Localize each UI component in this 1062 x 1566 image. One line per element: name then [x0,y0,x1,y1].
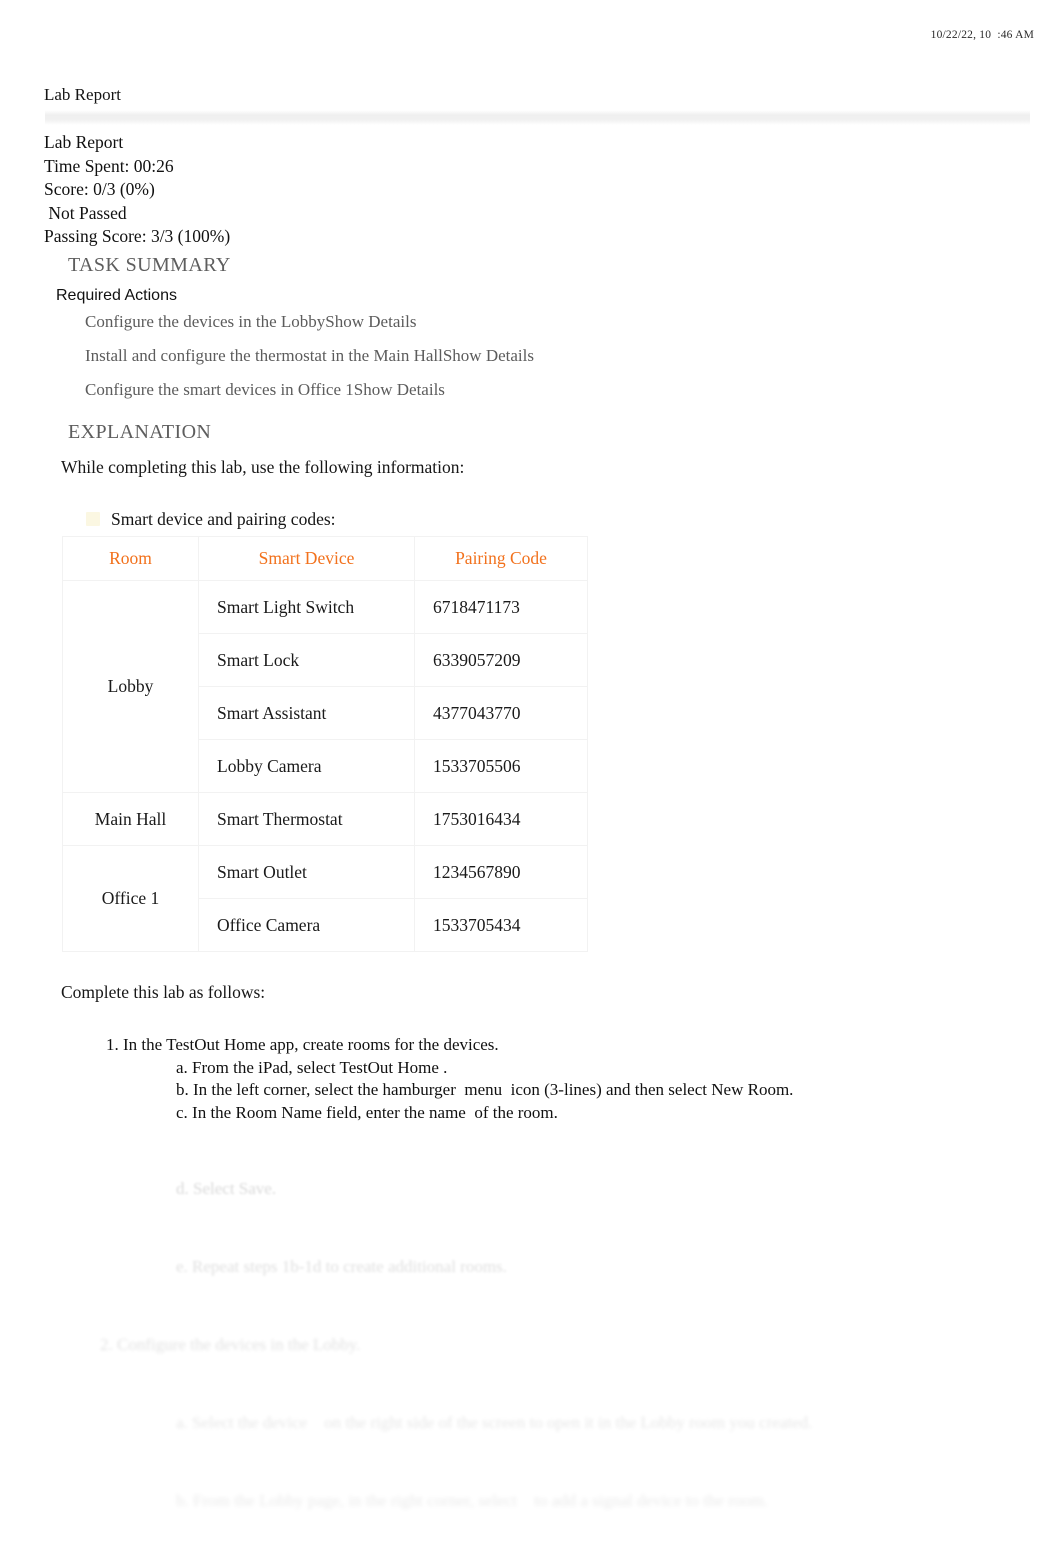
required-actions-list: Configure the devices in the LobbyShow D… [85,310,534,412]
device-table-body: Lobby Smart Light Switch 6718471173 Smart L… [62,580,588,952]
column-header-room: Room [62,536,199,581]
cell-device: Lobby Camera [198,739,415,793]
step-item-faded: e. Repeat steps 1b-1d to create addition… [176,1257,507,1276]
cell-device: Smart Thermostat [198,792,415,846]
cell-pairing-code: 6339057209 [414,633,588,687]
explanation-intro: While completing this lab, use the follo… [61,457,465,477]
cell-pairing-code: 1753016434 [414,792,588,846]
required-action-item[interactable]: Install and configure the thermostat in … [85,344,534,378]
summary-time-spent: Time Spent: 00:26 [44,155,174,176]
cell-room: Lobby [62,580,199,793]
cell-device: Office Camera [198,898,415,952]
table-row: Office 1 Smart Outlet 1234567890 [62,845,588,952]
cell-room: Office 1 [62,845,199,952]
summary-result: Not Passed [44,202,127,223]
required-action-item[interactable]: Configure the devices in the LobbyShow D… [85,310,534,344]
explanation-heading: EXPLANATION [68,421,212,443]
bullet-square-icon [86,512,100,526]
table-row: Main Hall Smart Thermostat 1753016434 [62,792,588,846]
required-actions-label: Required Actions [56,287,177,304]
device-pairing-table: Room Smart Device Pairing Code Lobby Smar… [62,536,588,952]
cell-device: Smart Outlet [198,845,415,899]
step-item-faded: a. Select the device on the right side o… [176,1413,813,1432]
step-item-faded: b. From the Lobby page, in the right cor… [176,1491,769,1510]
cell-pairing-code: 1533705434 [414,898,588,952]
cell-device: Smart Light Switch [198,580,415,634]
summary-passing-score: Passing Score: 3/3 (100%) [44,226,231,247]
lab-summary: Lab Report Time Spent: 00:26 Score: 0/3 … [44,131,230,249]
cell-device: Smart Lock [198,633,415,687]
page-title: Lab Report [44,85,121,104]
summary-score: Score: 0/3 (0%) [44,179,155,200]
summary-heading: Lab Report [44,132,124,152]
table-row: Lobby Smart Light Switch 6718471173 [62,580,588,793]
column-header-code: Pairing Code [414,536,588,581]
step-item: b. In the left corner, select the hambur… [176,1080,794,1099]
required-action-item[interactable]: Configure the smart devices in Office 1S… [85,378,534,412]
cell-pairing-code: 1533705506 [414,739,588,793]
task-summary-heading: TASK SUMMARY [68,254,231,276]
print-timestamp: 10/22/22, 10 :46 AM [930,29,1034,41]
lab-steps-list: 1. In the TestOut Home app, create rooms… [106,1034,793,1124]
step-item-faded: d. Select Save. [176,1179,277,1198]
cell-room: Main Hall [62,792,199,846]
cell-pairing-code: 6718471173 [414,580,588,634]
step-item: a. From the iPad, select TestOut Home . [176,1057,448,1077]
cell-device: Smart Assistant [198,686,415,740]
cell-pairing-code: 1234567890 [414,845,588,899]
header-divider [45,110,1030,125]
step-item-faded: 2. Configure the devices in the Lobby. [100,1335,361,1354]
lab-report-page: 10/22/22, 10 :46 AM Lab Report Lab Repor… [0,0,1062,1556]
pairing-codes-label: Smart device and pairing codes: [111,509,336,529]
pairing-codes-bullet: Smart device and pairing codes: [86,508,336,530]
step-item: c. In the Room Name field, enter the nam… [176,1102,558,1122]
step-item: 1. In the TestOut Home app, create rooms… [106,1035,499,1054]
faded-steps-tail: d. Select Save. e. Repeat steps 1b-1d to… [100,1124,813,1566]
table-header-row: Room Smart Device Pairing Code [62,536,588,581]
cell-pairing-code: 4377043770 [414,686,588,740]
column-header-device: Smart Device [198,536,415,581]
complete-lab-label: Complete this lab as follows: [61,982,266,1002]
